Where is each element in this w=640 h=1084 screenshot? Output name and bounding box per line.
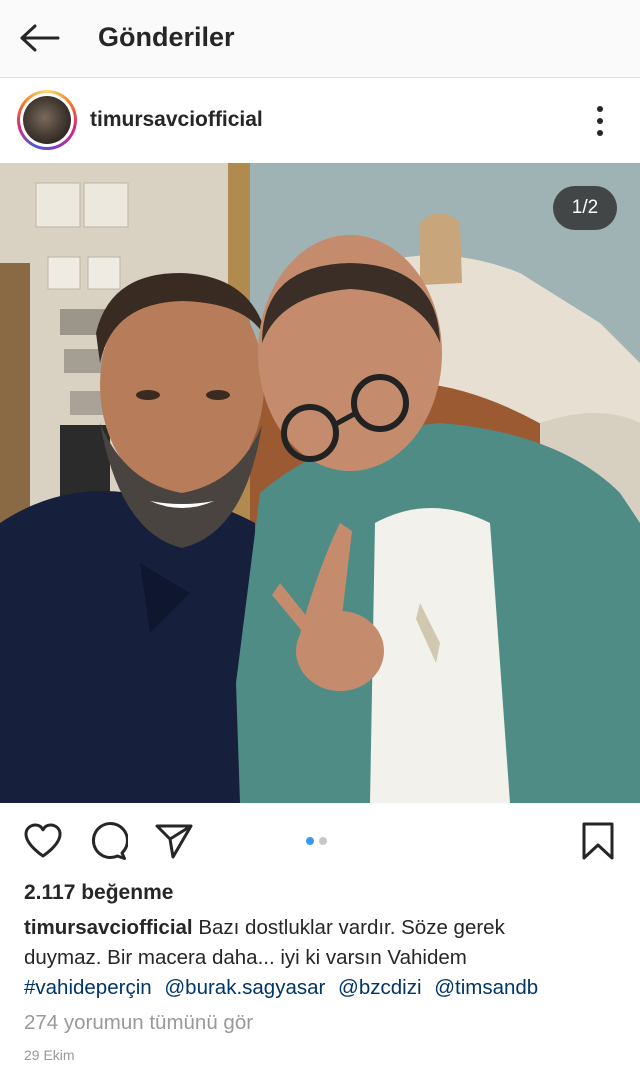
- send-icon: [155, 824, 193, 859]
- post-username[interactable]: timursavciofficial: [90, 108, 263, 132]
- post-photo[interactable]: [0, 163, 640, 803]
- comment-button[interactable]: [86, 819, 130, 863]
- carousel-indicator: [306, 837, 327, 845]
- carousel-dot-active: [306, 837, 314, 845]
- top-bar: Gönderiler: [0, 0, 640, 78]
- share-button[interactable]: [152, 819, 196, 863]
- caption-text-line2: duymaz. Bir macera daha... iyi ki varsın…: [24, 946, 467, 969]
- action-bar: [0, 803, 640, 879]
- likes-count[interactable]: 2.117 beğenme: [24, 881, 173, 905]
- mention-link[interactable]: @timsandb: [434, 976, 538, 999]
- save-button[interactable]: [576, 819, 620, 863]
- comment-icon: [91, 822, 128, 860]
- heart-icon: [24, 823, 62, 858]
- hashtag-link[interactable]: #vahideperçin: [24, 976, 152, 999]
- arrow-left-icon: [20, 24, 60, 52]
- caption-tags: #vahideperçin @burak.sagyasar @bzcdizi @…: [24, 973, 624, 1003]
- carousel-dot: [319, 837, 327, 845]
- post-header: timursavciofficial: [0, 79, 640, 163]
- post-caption: timursavciofficial Bazı dostluklar vardı…: [24, 913, 616, 973]
- more-vertical-icon[interactable]: [586, 103, 614, 139]
- mention-link[interactable]: @burak.sagyasar: [164, 976, 325, 999]
- caption-text-line1: Bazı dostluklar vardır. Söze gerek: [198, 916, 505, 939]
- mention-link[interactable]: @bzcdizi: [338, 976, 421, 999]
- view-all-comments-link[interactable]: 274 yorumun tümünü gör: [24, 1011, 253, 1035]
- caption-username[interactable]: timursavciofficial: [24, 916, 193, 939]
- photo-counter-badge: 1/2: [553, 186, 617, 230]
- avatar[interactable]: [17, 90, 77, 150]
- back-button[interactable]: [14, 18, 64, 58]
- like-button[interactable]: [21, 819, 65, 863]
- bookmark-icon: [582, 822, 614, 860]
- post-date: 29 Ekim: [24, 1047, 75, 1063]
- page-title: Gönderiler: [98, 22, 235, 52]
